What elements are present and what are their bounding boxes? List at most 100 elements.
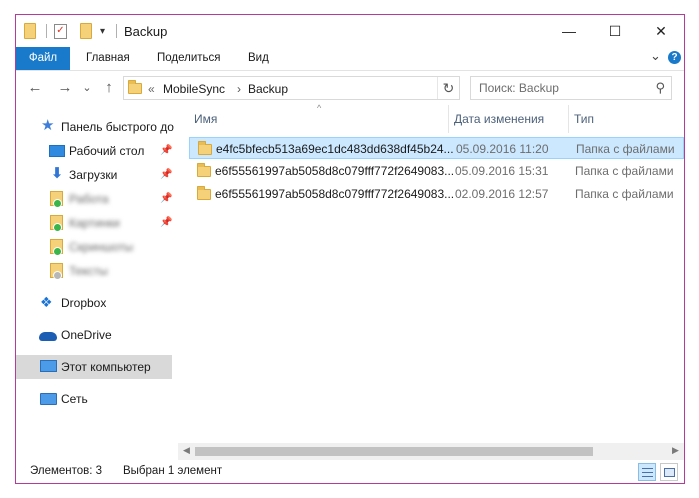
pin-icon: 📌 xyxy=(160,193,173,204)
recent-locations-icon[interactable]: ⌄ xyxy=(76,79,98,97)
tab-home[interactable]: Главная xyxy=(86,47,130,70)
navigation-pane: ★ Панель быстрого доступа Рабочий стол 📌… xyxy=(16,111,176,451)
sort-ascending-icon: ^ xyxy=(317,103,322,113)
back-icon[interactable]: ← xyxy=(24,79,46,97)
column-header-type[interactable]: Тип xyxy=(574,105,594,133)
new-folder-icon[interactable] xyxy=(80,22,92,40)
details-view-button[interactable] xyxy=(638,463,656,481)
tab-share[interactable]: Поделиться xyxy=(157,47,221,70)
file-name: e4fc5bfecb513a69ec1dc483dd638df45b24... xyxy=(216,142,454,156)
sidebar-item-label: Панель быстрого доступа xyxy=(61,120,174,134)
horizontal-scrollbar[interactable]: ◀ ▶ xyxy=(178,443,684,460)
ribbon-tabs: Файл Главная Поделиться Вид ⌄ ? xyxy=(16,47,684,71)
address-folder-icon xyxy=(128,80,142,94)
sidebar-item-label: Тексты xyxy=(69,264,108,278)
explorer-window: ✓ ▾ Backup — ☐ ✕ Файл Главная Поделиться… xyxy=(15,14,685,484)
sidebar-item-screenshots[interactable]: Скриншоты xyxy=(16,235,176,259)
folder-icon xyxy=(197,186,211,200)
scroll-right-icon[interactable]: ▶ xyxy=(667,445,684,456)
pin-icon: 📌 xyxy=(160,169,173,180)
title-bar: ✓ ▾ Backup — ☐ ✕ xyxy=(16,15,684,47)
minimize-button[interactable]: — xyxy=(546,15,592,47)
scrollbar-thumb[interactable] xyxy=(195,447,593,456)
sidebar-item-onedrive[interactable]: OneDrive xyxy=(16,323,176,347)
selection-count: Выбран 1 элемент xyxy=(123,465,223,477)
large-icons-view-icon xyxy=(663,467,675,477)
breadcrumb-backup[interactable]: Backup xyxy=(248,82,288,96)
file-type: Папка с файлами xyxy=(576,142,675,156)
properties-icon[interactable]: ✓ xyxy=(54,22,67,40)
tab-file[interactable]: Файл xyxy=(16,47,70,70)
sidebar-item-label: Картинки xyxy=(69,216,120,230)
folder-icon xyxy=(50,215,63,232)
toolbar-separator xyxy=(46,24,47,38)
title-separator xyxy=(116,24,117,38)
file-name: e6f55561997ab5058d8c079fff772f2649083... xyxy=(215,164,455,178)
file-row[interactable]: e4fc5bfecb513a69ec1dc483dd638df45b24... … xyxy=(189,137,684,159)
refresh-icon[interactable]: ↻ xyxy=(437,77,459,99)
file-date: 02.09.2016 12:57 xyxy=(455,187,549,201)
large-icons-view-button[interactable] xyxy=(660,463,678,481)
search-icon[interactable]: ⚲ xyxy=(655,80,665,96)
window-folder-icon xyxy=(24,22,36,40)
file-name: e6f55561997ab5058d8c079fff772f2649083... xyxy=(215,187,455,201)
sidebar-item-label: Этот компьютер xyxy=(61,360,151,374)
tab-view[interactable]: Вид xyxy=(248,47,269,70)
folder-icon xyxy=(50,191,63,208)
star-icon: ★ xyxy=(41,117,55,134)
desktop-icon xyxy=(49,145,65,157)
download-icon: ⬇ xyxy=(50,165,64,182)
folder-icon xyxy=(197,163,211,177)
sidebar-item-label: Рабочий стол xyxy=(69,144,145,158)
maximize-button[interactable]: ☐ xyxy=(592,15,638,47)
expand-ribbon-icon[interactable]: ⌄ xyxy=(650,48,661,64)
window-title: Backup xyxy=(124,24,168,39)
column-header-date[interactable]: Дата изменения xyxy=(454,105,544,133)
sidebar-item-network[interactable]: Сеть xyxy=(16,387,176,411)
navigation-bar: ← → ⌄ ↑ « MobileSync › Backup ↻ ⚲ xyxy=(16,71,684,105)
computer-icon xyxy=(40,360,57,372)
folder-icon xyxy=(50,263,63,280)
folder-icon xyxy=(198,141,212,155)
search-input[interactable] xyxy=(471,77,646,99)
sidebar-item-desktop[interactable]: Рабочий стол 📌 xyxy=(16,139,176,163)
sidebar-item-texts[interactable]: Тексты xyxy=(16,259,176,283)
status-bar: Элементов: 3 Выбран 1 элемент xyxy=(16,461,684,483)
column-divider[interactable] xyxy=(568,105,569,133)
file-date: 05.09.2016 15:31 xyxy=(455,164,549,178)
column-divider[interactable] xyxy=(448,105,449,133)
sidebar-item-label: Сеть xyxy=(61,392,88,406)
sidebar-item-dropbox[interactable]: ❖ Dropbox xyxy=(16,291,176,315)
sidebar-item-pictures[interactable]: Картинки 📌 xyxy=(16,211,176,235)
sidebar-item-label: Скриншоты xyxy=(69,240,134,254)
help-icon[interactable]: ? xyxy=(668,51,681,64)
breadcrumb-separator[interactable]: › xyxy=(237,82,241,96)
breadcrumb-overflow[interactable]: « xyxy=(148,82,155,96)
folder-icon xyxy=(50,239,63,256)
sidebar-item-this-pc[interactable]: Этот компьютер xyxy=(16,355,172,379)
search-box[interactable]: ⚲ xyxy=(470,76,672,100)
file-row[interactable]: e6f55561997ab5058d8c079fff772f2649083...… xyxy=(189,160,684,182)
up-icon[interactable]: ↑ xyxy=(98,79,120,97)
item-count: Элементов: 3 xyxy=(30,465,103,477)
dropbox-icon: ❖ xyxy=(40,294,53,310)
sidebar-item-label: Работа xyxy=(69,192,109,206)
forward-icon[interactable]: → xyxy=(54,79,76,97)
file-row[interactable]: e6f55561997ab5058d8c079fff772f2649083...… xyxy=(189,183,684,205)
scroll-left-icon[interactable]: ◀ xyxy=(178,445,195,456)
file-type: Папка с файлами xyxy=(575,187,674,201)
close-button[interactable]: ✕ xyxy=(638,15,684,47)
column-header-name[interactable]: Имя xyxy=(194,105,217,133)
sidebar-item-work[interactable]: Работа 📌 xyxy=(16,187,176,211)
sidebar-item-label: OneDrive xyxy=(61,328,112,342)
pin-icon: 📌 xyxy=(160,217,173,228)
breadcrumb-mobilesync[interactable]: MobileSync xyxy=(163,82,225,96)
customize-quick-access-icon[interactable]: ▾ xyxy=(100,22,105,40)
address-bar[interactable]: « MobileSync › Backup ↻ xyxy=(123,76,460,100)
sidebar-item-downloads[interactable]: ⬇ Загрузки 📌 xyxy=(16,163,176,187)
details-view-icon xyxy=(641,467,653,477)
sidebar-item-label: Dropbox xyxy=(61,296,107,310)
file-type: Папка с файлами xyxy=(575,164,674,178)
sidebar-item-quick-access[interactable]: ★ Панель быстрого доступа xyxy=(16,115,176,139)
file-list: ^ Имя Дата изменения Тип e4fc5bfecb513a6… xyxy=(178,103,684,445)
